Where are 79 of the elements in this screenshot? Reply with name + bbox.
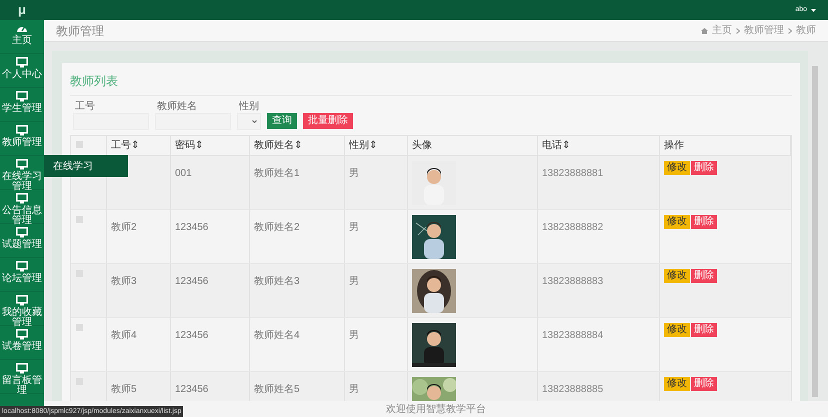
delete-button[interactable]: 删除: [691, 323, 717, 337]
table-cell: 123456: [175, 222, 208, 233]
table-cell: 001: [175, 168, 192, 179]
table-cell: 13823888884: [542, 330, 604, 341]
table-cell: 教师4: [111, 330, 137, 341]
query-button[interactable]: 查询: [267, 113, 297, 129]
flyout-menu-item[interactable]: 在线学习: [44, 155, 128, 177]
column-header[interactable]: 操作: [664, 138, 684, 153]
sidebar-item[interactable]: 个人中心: [0, 54, 44, 88]
table-cell: 123456: [175, 384, 208, 395]
monitor-icon: [16, 329, 28, 340]
breadcrumb-link[interactable]: 教师: [796, 23, 816, 38]
chevron-down-icon: [252, 120, 257, 123]
delete-button[interactable]: 删除: [691, 161, 717, 175]
monitor-icon: [16, 125, 28, 136]
column-header[interactable]: 头像: [412, 138, 432, 153]
column-header[interactable]: 工号⇕: [111, 138, 139, 153]
table-cell: 教师3: [111, 276, 137, 287]
home-icon: [701, 28, 708, 34]
edit-button[interactable]: 修改: [664, 215, 690, 229]
logo: μ: [18, 1, 26, 20]
table-cell: 教师姓名4: [254, 330, 300, 341]
edit-button[interactable]: 修改: [664, 269, 690, 283]
filter-label: 工号: [74, 101, 96, 113]
footer-text: 欢迎使用智慧教学平台: [386, 402, 486, 416]
edit-button[interactable]: 修改: [664, 377, 690, 391]
table-cell: 教师姓名5: [254, 384, 300, 395]
table-cell: 男: [349, 222, 359, 233]
column-header[interactable]: 密码⇕: [175, 138, 203, 153]
monitor-icon: [16, 193, 28, 204]
sidebar-item[interactable]: 教师管理: [0, 122, 44, 156]
table-cell: 13823888882: [542, 222, 604, 233]
table-cell: 13823888883: [542, 276, 604, 287]
monitor-icon: [16, 227, 28, 238]
delete-button[interactable]: 删除: [691, 269, 717, 283]
table-cell: 男: [349, 168, 359, 179]
caret-icon: [811, 8, 816, 12]
monitor-icon: [16, 57, 28, 68]
monitor-icon: [16, 91, 28, 102]
page-title: 教师管理: [56, 22, 104, 40]
table-cell: 教师姓名3: [254, 276, 300, 287]
table-cell: 男: [349, 276, 359, 287]
table-cell: 123456: [175, 330, 208, 341]
table-cell: 男: [349, 384, 359, 395]
table-cell: 123456: [175, 276, 208, 287]
batch-delete-button[interactable]: 批量删除: [303, 113, 353, 129]
sidebar-item[interactable]: 论坛管理: [0, 258, 44, 292]
filter-label: 性别: [238, 101, 260, 113]
table-cell: 13823888885: [542, 384, 604, 395]
chevron-icon: [736, 28, 740, 34]
filter-label: 教师姓名: [156, 101, 198, 113]
sidebar-item[interactable]: 学生管理: [0, 88, 44, 122]
table-cell: 教师5: [111, 384, 137, 395]
table-cell: 教师姓名1: [254, 168, 300, 179]
monitor-icon: [16, 159, 28, 170]
table-cell: 教师姓名2: [254, 222, 300, 233]
monitor-icon: [16, 261, 28, 272]
column-header[interactable]: 电话⇕: [542, 138, 570, 153]
edit-button[interactable]: 修改: [664, 161, 690, 175]
sidebar-item[interactable]: 公告信息管理: [0, 190, 44, 224]
breadcrumb-link[interactable]: 教师管理: [744, 23, 784, 38]
column-header[interactable]: 性别⇕: [349, 138, 377, 153]
scrollbar[interactable]: [812, 66, 818, 397]
monitor-icon: [16, 295, 28, 306]
sidebar-item[interactable]: 留言板管理: [0, 360, 44, 394]
chevron-icon: [788, 28, 792, 34]
monitor-icon: [16, 363, 28, 374]
table-cell: 男: [349, 330, 359, 341]
column-header[interactable]: 教师姓名⇕: [254, 138, 302, 153]
edit-button[interactable]: 修改: [664, 323, 690, 337]
table-cell: 教师2: [111, 222, 137, 233]
select-field[interactable]: [237, 113, 261, 130]
sidebar-item[interactable]: 我的收藏管理: [0, 292, 44, 326]
sidebar-item[interactable]: 试题管理: [0, 224, 44, 258]
card-title: 教师列表: [70, 74, 118, 88]
sidebar-item[interactable]: 试卷管理: [0, 326, 44, 360]
delete-button[interactable]: 删除: [691, 377, 717, 391]
table-cell: 13823888881: [542, 168, 604, 179]
delete-button[interactable]: 删除: [691, 215, 717, 229]
